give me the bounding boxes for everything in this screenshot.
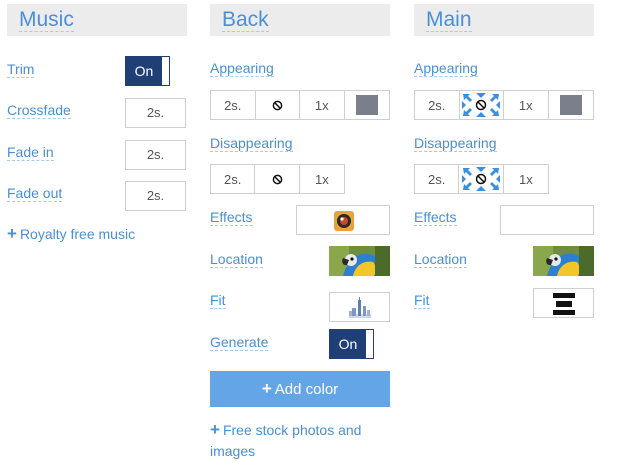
back-fit-label: Fit [210, 292, 226, 309]
back-appearing-effect[interactable] [255, 91, 300, 119]
music-column: Music Trim On Crossfade 2s. Fade in 2s. … [7, 4, 187, 243]
back-disappearing-effect[interactable] [255, 165, 300, 193]
fade-out-input[interactable]: 2s. [125, 181, 186, 211]
generate-toggle-on: On [330, 330, 366, 358]
trim-toggle-on: On [126, 57, 162, 85]
main-fit-picker[interactable] [533, 288, 594, 318]
ban-icon [272, 174, 282, 184]
music-header: Music [7, 4, 187, 36]
trim-label: Trim [7, 61, 35, 78]
plus-icon: + [7, 224, 17, 243]
main-appearing-effect[interactable] [459, 91, 504, 119]
collapse-arrows-icon [462, 93, 501, 117]
main-appearing-color[interactable] [548, 91, 593, 119]
add-color-button[interactable]: + Add color [210, 371, 390, 407]
fit-fill-icon [553, 293, 575, 315]
main-appearing-controls: 2s. 1x [414, 90, 594, 120]
color-swatch [559, 95, 582, 115]
back-appearing-controls: 2s. 1x [210, 90, 390, 120]
back-disappearing-speed[interactable]: 1x [299, 165, 345, 193]
back-disappearing-label: Disappearing [210, 135, 293, 152]
main-effects-label: Effects [414, 209, 457, 226]
royalty-free-music-link[interactable]: + Royalty free music [7, 223, 135, 245]
fade-in-row: Fade in 2s. [7, 140, 187, 170]
crossfade-input[interactable]: 2s. [125, 98, 186, 128]
back-effects-label: Effects [210, 209, 253, 226]
parrot-image [533, 246, 594, 276]
back-location-label: Location [210, 251, 263, 268]
back-column: Back Appearing 2s. 1x Disappearing 2s. 1… [210, 4, 390, 459]
fit-city-icon [349, 297, 371, 318]
crossfade-row: Crossfade 2s. [7, 98, 187, 128]
color-swatch [355, 95, 378, 115]
fade-out-row: Fade out 2s. [7, 181, 187, 211]
main-title: Main [426, 8, 472, 32]
back-appearing-speed[interactable]: 1x [300, 91, 345, 119]
trim-row: Trim On [7, 56, 187, 86]
main-header: Main [414, 4, 594, 36]
main-fit-label: Fit [414, 292, 430, 309]
generate-label: Generate [210, 334, 269, 351]
main-appearing-duration[interactable]: 2s. [415, 91, 460, 119]
fade-in-input[interactable]: 2s. [125, 140, 186, 170]
collapse-arrows-icon [462, 167, 501, 191]
back-appearing-duration[interactable]: 2s. [211, 91, 256, 119]
plus-icon: + [210, 420, 220, 439]
main-appearing-speed[interactable]: 1x [504, 91, 549, 119]
back-location-thumbnail[interactable] [329, 246, 390, 276]
back-appearing-label: Appearing [210, 60, 274, 77]
back-disappearing-controls: 2s. 1x [210, 164, 345, 194]
main-column: Main Appearing 2s. 1x Disappearing 2s. 1… [414, 4, 594, 318]
trim-toggle[interactable]: On [125, 56, 170, 86]
fade-in-label: Fade in [7, 144, 54, 161]
main-location-thumbnail[interactable] [533, 246, 594, 276]
main-disappearing-effect[interactable] [459, 165, 504, 193]
photo-effect-icon [334, 211, 354, 231]
main-disappearing-controls: 2s. 1x [414, 164, 549, 194]
main-disappearing-speed[interactable]: 1x [503, 165, 549, 193]
main-location-label: Location [414, 251, 467, 268]
plus-icon: + [261, 379, 272, 398]
free-stock-photos-link[interactable]: + Free stock photos and images [210, 419, 390, 462]
back-title: Back [222, 8, 269, 32]
back-fit-picker[interactable] [329, 292, 390, 322]
ban-icon [272, 100, 283, 110]
main-appearing-label: Appearing [414, 60, 478, 77]
main-disappearing-duration[interactable]: 2s. [415, 165, 460, 193]
fade-out-label: Fade out [7, 185, 63, 202]
crossfade-label: Crossfade [7, 102, 71, 119]
generate-toggle[interactable]: On [329, 329, 374, 359]
parrot-image [329, 246, 390, 276]
main-effects-picker[interactable] [500, 205, 594, 235]
back-appearing-color[interactable] [344, 91, 389, 119]
back-effects-picker[interactable] [296, 205, 390, 235]
main-disappearing-label: Disappearing [414, 135, 497, 152]
music-title: Music [19, 8, 74, 32]
back-disappearing-duration[interactable]: 2s. [211, 165, 256, 193]
back-header: Back [210, 4, 390, 36]
